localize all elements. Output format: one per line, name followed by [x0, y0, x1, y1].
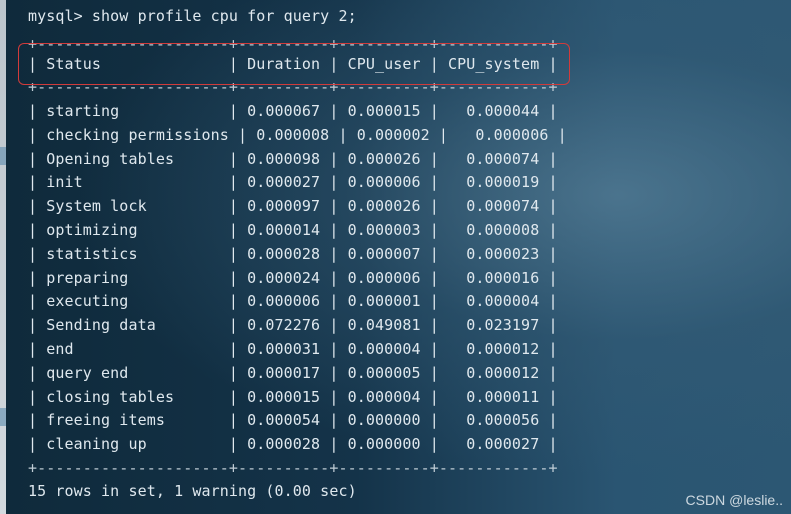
table-row: | closing tables | 0.000015 | 0.000004 |… — [28, 387, 558, 406]
table-row: | starting | 0.000067 | 0.000015 | 0.000… — [28, 102, 558, 120]
table-row: | cleaning up | 0.000028 | 0.000000 | 0.… — [28, 435, 558, 454]
table-row: | Sending data | 0.072276 | 0.049081 | 0… — [28, 316, 558, 335]
table-bottom-border: +---------------------+----------+------… — [28, 459, 558, 477]
left-rail-marker — [0, 147, 6, 165]
watermark: CSDN @leslie.. — [685, 492, 783, 508]
table-row: | query end | 0.000017 | 0.000005 | 0.00… — [28, 363, 558, 382]
table-row: | checking permissions | 0.000008 | 0.00… — [28, 125, 567, 144]
table-row: | init | 0.000027 | 0.000006 | 0.000019 … — [28, 173, 558, 192]
table-row: | System lock | 0.000097 | 0.000026 | 0.… — [28, 197, 558, 216]
table-row: | statistics | 0.000028 | 0.000007 | 0.0… — [28, 244, 558, 263]
left-rail-marker — [0, 408, 6, 426]
table-row: | optimizing | 0.000014 | 0.000003 | 0.0… — [28, 221, 558, 239]
table-row: | Opening tables | 0.000098 | 0.000026 |… — [28, 149, 558, 168]
table-row: | preparing | 0.000024 | 0.000006 | 0.00… — [28, 268, 558, 287]
command-line: mysql> show profile cpu for query 2; — [28, 7, 357, 25]
table-row: | executing | 0.000006 | 0.000001 | 0.00… — [28, 292, 558, 311]
header-highlight-box — [18, 43, 570, 85]
terminal-window: mysql> show profile cpu for query 2; +--… — [0, 0, 791, 514]
left-rail — [0, 0, 6, 514]
result-footer: 15 rows in set, 1 warning (0.00 sec) — [28, 482, 357, 500]
table-row: | freeing items | 0.000054 | 0.000000 | … — [28, 411, 558, 430]
table-row: | end | 0.000031 | 0.000004 | 0.000012 | — [28, 340, 558, 358]
